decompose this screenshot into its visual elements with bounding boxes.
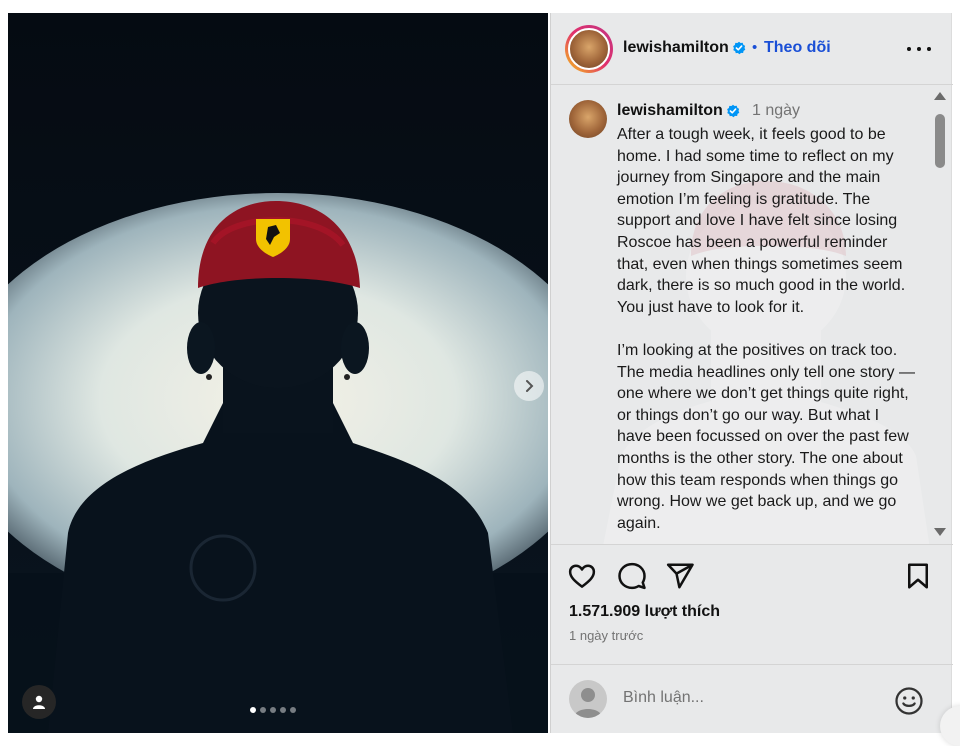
- tagged-users-button[interactable]: [22, 685, 56, 719]
- verified-badge-icon: [727, 104, 740, 118]
- profile-avatar-ring[interactable]: [565, 25, 613, 73]
- slide-dot: [290, 707, 296, 713]
- more-icon: [907, 47, 911, 51]
- more-icon: [917, 47, 921, 51]
- comment-bar: [551, 664, 953, 733]
- scroll-down-arrow[interactable]: [934, 528, 946, 536]
- header-username[interactable]: lewishamilton: [623, 39, 729, 57]
- post-timestamp[interactable]: 1 ngày trước: [569, 628, 643, 643]
- comment-input[interactable]: [623, 689, 873, 707]
- user-tag-icon: [33, 695, 45, 709]
- slide-dot: [250, 707, 256, 713]
- default-user-icon: [574, 688, 602, 718]
- verified-badge-icon: [733, 41, 746, 55]
- scroll-thumb[interactable]: [935, 114, 945, 168]
- caption-text: After a tough week, it feels good to be …: [617, 124, 917, 544]
- post-media[interactable]: [8, 13, 548, 733]
- slide-indicator: [250, 707, 296, 713]
- header-separator: •: [752, 39, 758, 56]
- caption-username[interactable]: lewishamilton: [617, 102, 723, 120]
- share-icon[interactable]: [665, 561, 695, 591]
- slide-dot: [270, 707, 276, 713]
- avatar: [569, 680, 607, 718]
- post-header: lewishamilton • Theo dõi: [551, 13, 953, 85]
- caption-paragraph: I’m looking at the positives on track to…: [617, 341, 915, 532]
- more-icon: [927, 47, 931, 51]
- caption-paragraph: After a tough week, it feels good to be …: [617, 126, 906, 316]
- post-actions: 1.571.909 lượt thích 1 ngày trước: [551, 544, 953, 664]
- slide-dot: [260, 707, 266, 713]
- emoji-icon[interactable]: [894, 686, 924, 716]
- bookmark-icon[interactable]: [903, 561, 933, 591]
- comment-icon[interactable]: [617, 561, 647, 591]
- next-slide-button[interactable]: [514, 371, 544, 401]
- chevron-right-icon: [526, 380, 534, 392]
- follow-button[interactable]: Theo dõi: [764, 39, 831, 57]
- like-count[interactable]: 1.571.909 lượt thích: [569, 603, 720, 621]
- avatar[interactable]: [568, 28, 610, 70]
- scroll-up-arrow[interactable]: [934, 92, 946, 100]
- post-details-panel: lewishamilton • Theo dõi lewishamilton 1…: [550, 13, 953, 733]
- more-options-button[interactable]: [907, 41, 931, 57]
- caption-author-avatar[interactable]: [569, 100, 607, 138]
- heart-icon[interactable]: [567, 561, 597, 591]
- caption-scrollbar[interactable]: [931, 86, 949, 544]
- post-photo: [8, 13, 548, 733]
- caption-time[interactable]: 1 ngày: [752, 102, 800, 120]
- caption-scroll-area[interactable]: lewishamilton 1 ngày After a tough week,…: [551, 86, 953, 544]
- slide-dot: [280, 707, 286, 713]
